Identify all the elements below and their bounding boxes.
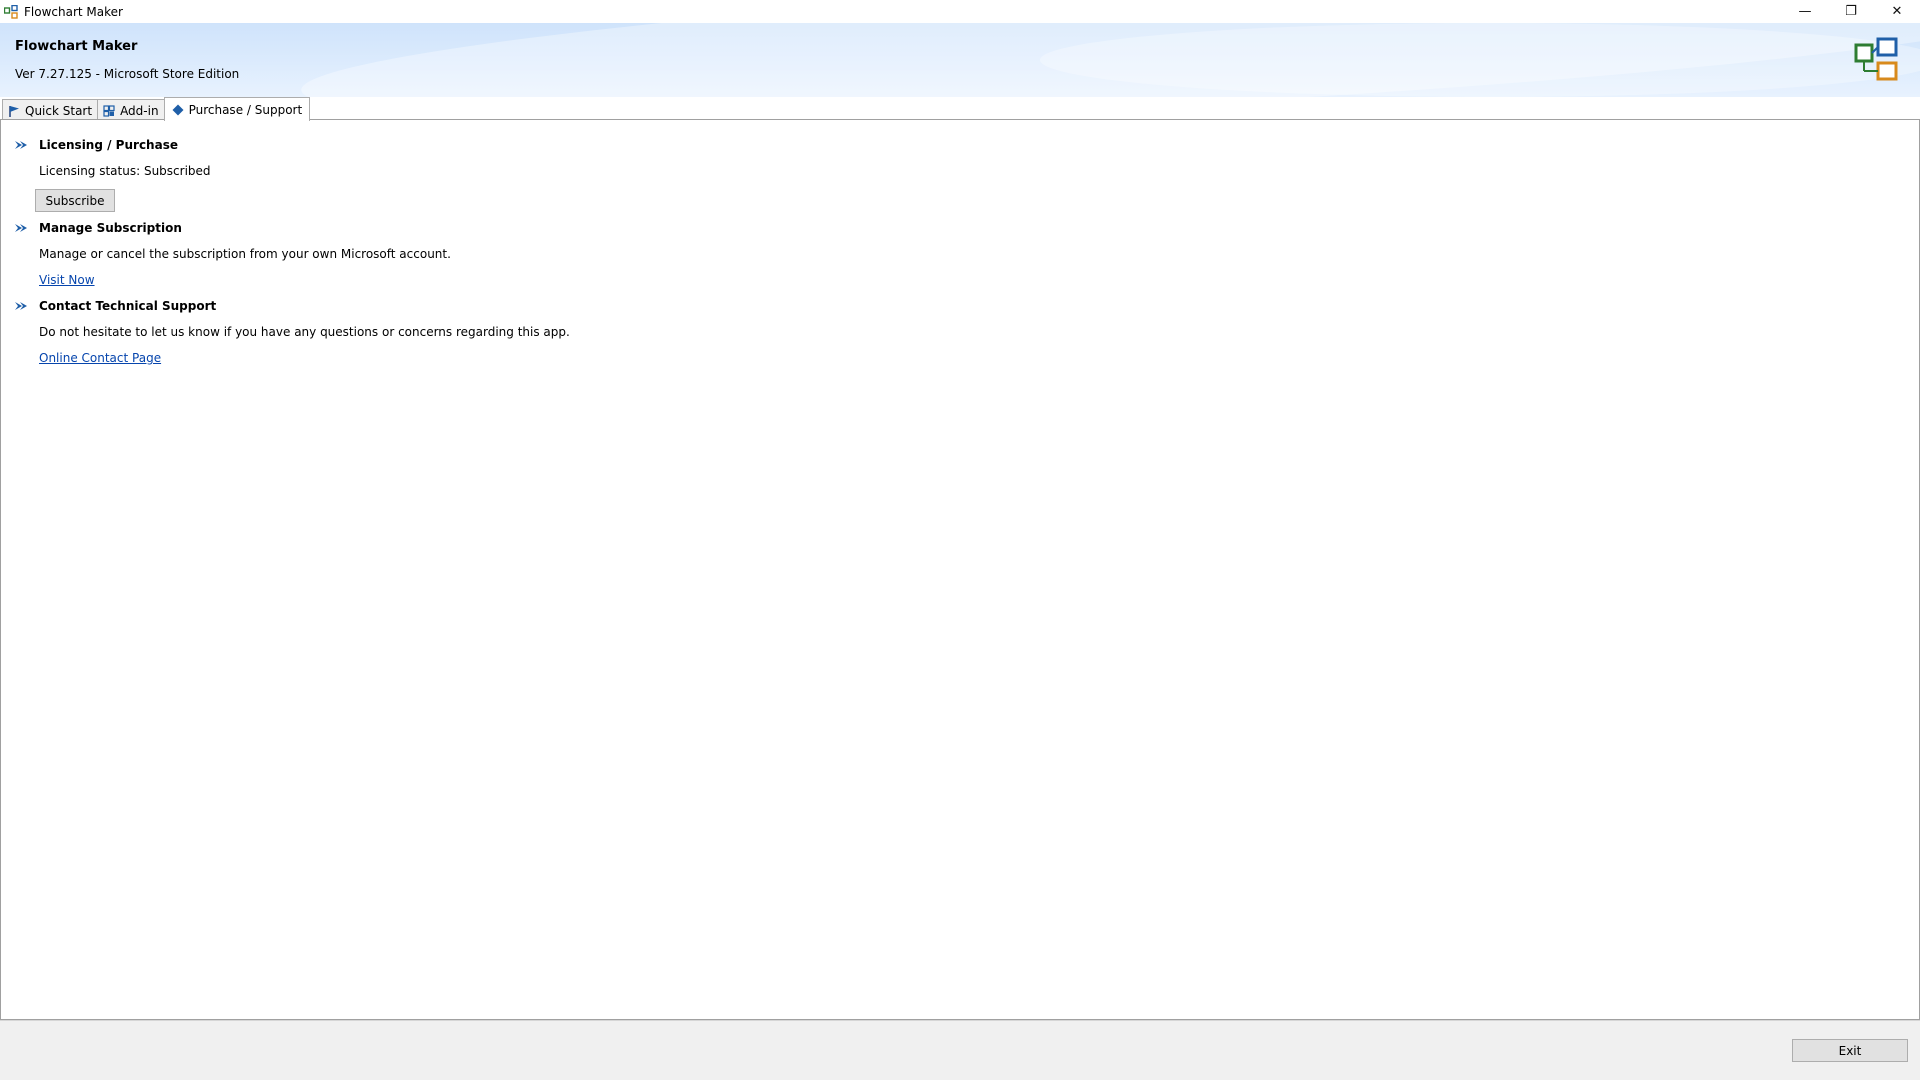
add-in-icon: [103, 104, 115, 117]
section-licensing-header: Licensing / Purchase: [15, 138, 178, 152]
flag-icon: [8, 105, 20, 117]
app-icon: [3, 4, 18, 19]
title-bar: Flowchart Maker — ❐ ✕: [0, 0, 1920, 23]
section-title: Licensing / Purchase: [39, 138, 178, 152]
window-controls: — ❐ ✕: [1782, 0, 1920, 23]
section-title: Contact Technical Support: [39, 299, 217, 313]
subscription-text: Manage or cancel the subscription from y…: [39, 247, 451, 261]
minimize-button[interactable]: —: [1782, 0, 1828, 22]
header-banner: Flowchart Maker Ver 7.27.125 - Microsoft…: [0, 23, 1920, 97]
visit-now-link[interactable]: Visit Now: [39, 273, 95, 287]
online-contact-link[interactable]: Online Contact Page: [39, 351, 161, 365]
tab-label: Purchase / Support: [188, 102, 303, 117]
tab-bar: Quick Start Add-in Purchase / Support: [2, 97, 311, 121]
banner-swirl: [1040, 23, 1920, 97]
exit-button[interactable]: Exit: [1792, 1039, 1908, 1062]
chevron-right-icon: [15, 224, 27, 232]
section-support-header: Contact Technical Support: [15, 299, 216, 313]
diamond-icon: [172, 104, 184, 116]
tab-add-in[interactable]: Add-in: [97, 99, 165, 121]
window-title: Flowchart Maker: [24, 4, 123, 19]
chevron-right-icon: [15, 302, 27, 310]
app-name: Flowchart Maker: [15, 39, 138, 54]
section-subscription-header: Manage Subscription: [15, 221, 182, 235]
tab-quick-start[interactable]: Quick Start: [2, 99, 99, 121]
subscribe-button[interactable]: Subscribe: [35, 189, 115, 212]
support-text: Do not hesitate to let us know if you ha…: [39, 325, 570, 339]
licensing-status: Licensing status: Subscribed: [39, 164, 211, 178]
flowchart-logo-icon: [1852, 37, 1900, 83]
content-panel: Licensing / Purchase Licensing status: S…: [0, 119, 1920, 1020]
close-button[interactable]: ✕: [1874, 0, 1920, 22]
section-title: Manage Subscription: [39, 221, 182, 235]
chevron-right-icon: [15, 141, 27, 149]
tab-label: Quick Start: [25, 103, 93, 118]
tab-label: Add-in: [120, 103, 159, 118]
tab-purchase-support[interactable]: Purchase / Support: [163, 97, 311, 121]
footer-bar: Exit: [0, 1020, 1920, 1080]
version-text: Ver 7.27.125 - Microsoft Store Edition: [15, 67, 240, 81]
restore-button[interactable]: ❐: [1828, 0, 1874, 22]
